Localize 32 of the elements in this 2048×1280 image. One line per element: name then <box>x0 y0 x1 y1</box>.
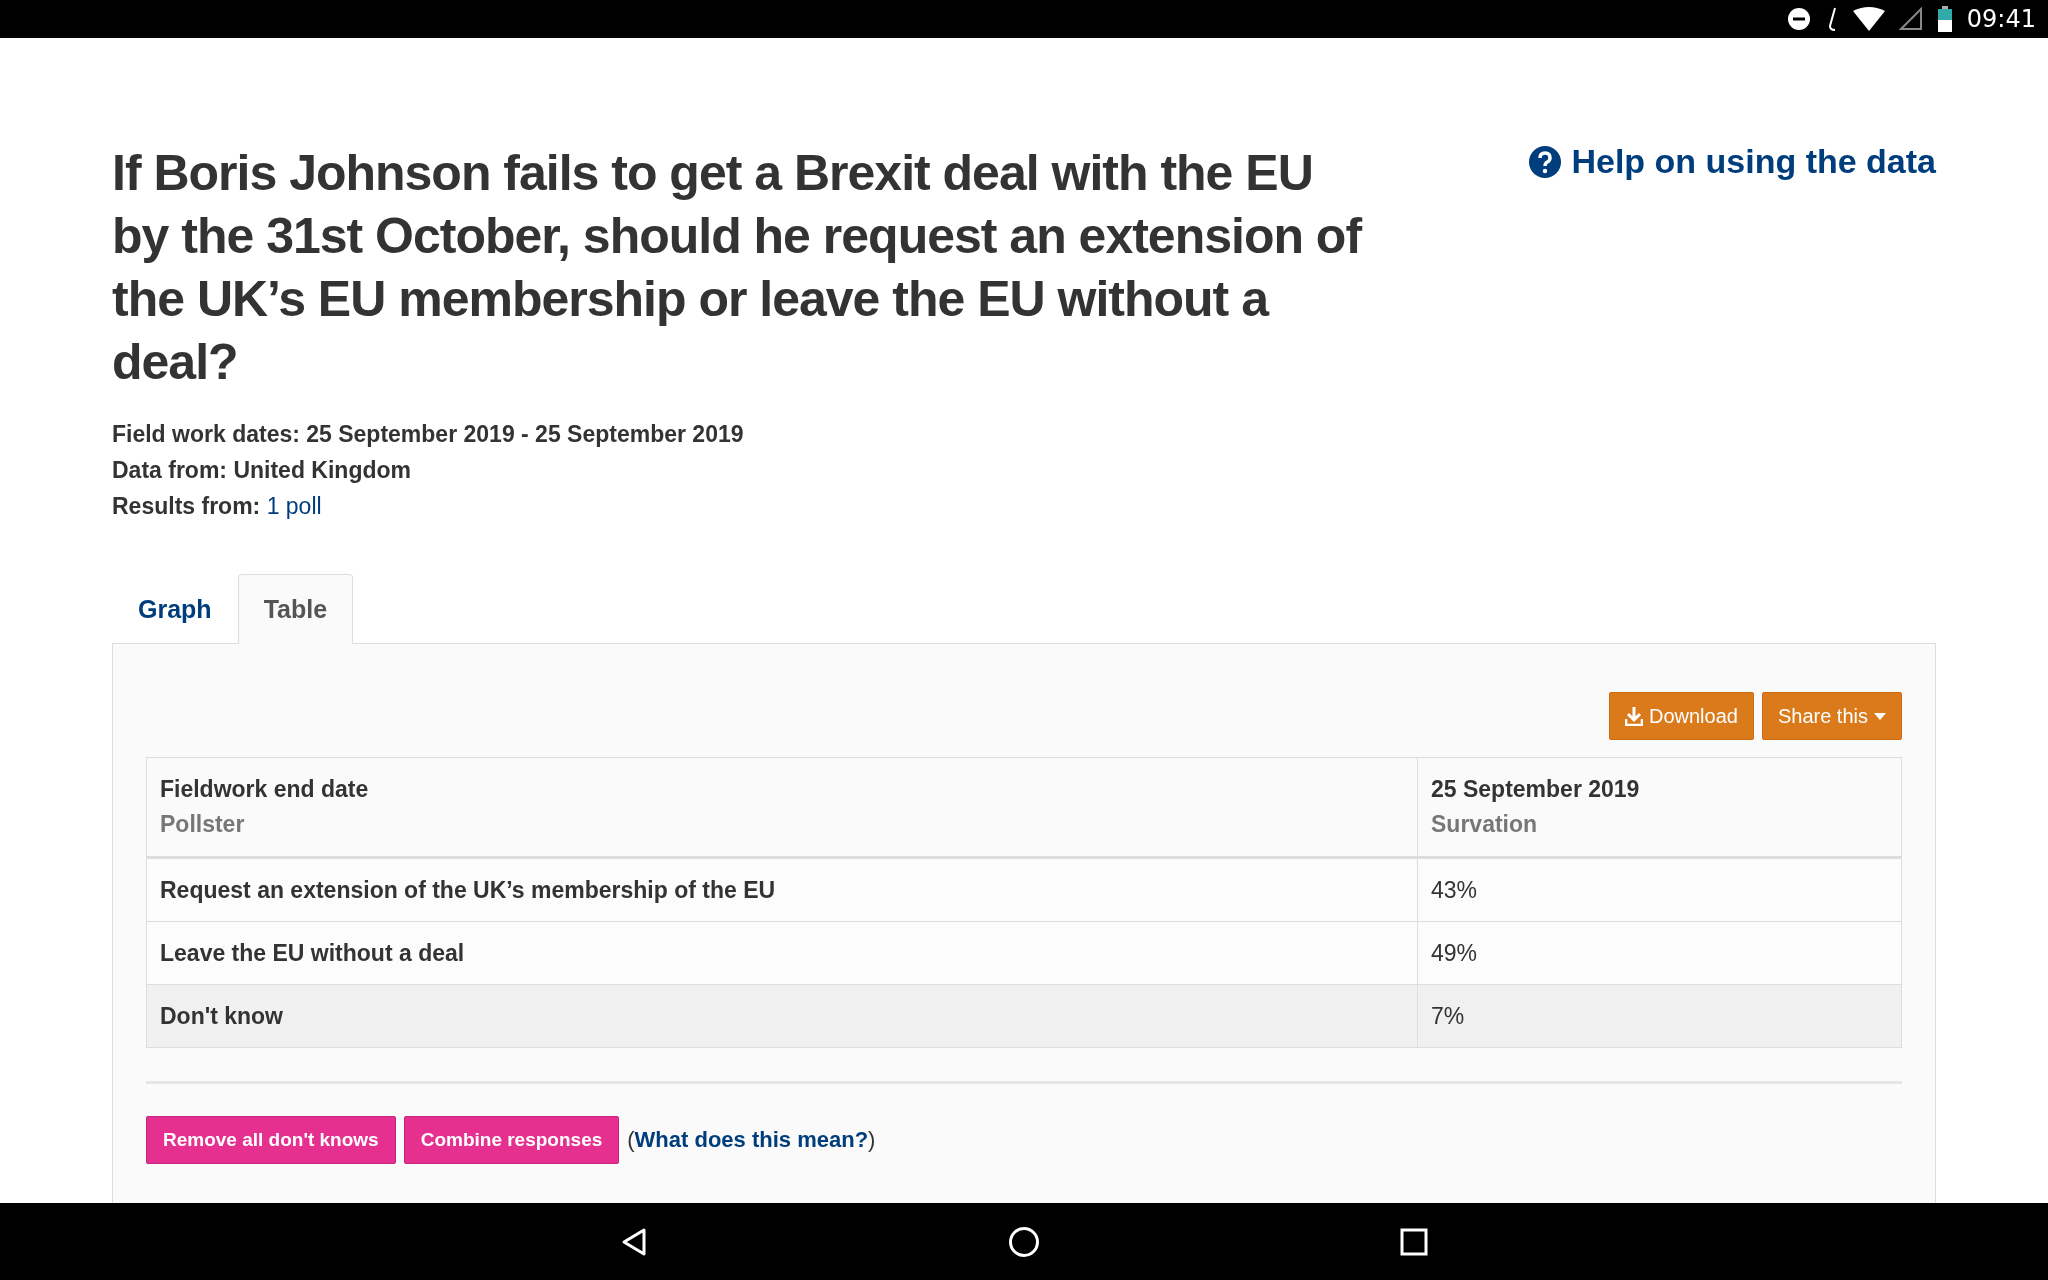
column-subheading: Pollster <box>160 811 245 838</box>
do-not-disturb-icon <box>1786 7 1811 31</box>
meta-value: 25 September 2019 - 25 September 2019 <box>306 421 744 447</box>
clock-time: 09:41 <box>1966 5 2036 33</box>
meta-label: Field work dates: <box>112 421 300 447</box>
table-cell: 7% <box>1418 985 1901 1047</box>
wifi-icon <box>1852 7 1885 31</box>
tab[interactable]: Table <box>237 574 354 644</box>
help-icon <box>1529 145 1562 178</box>
page-title: If Boris Johnson fails to get a Brexit deal with the EU by the 31st October, should he request an extension of the UK’s EU membership or leave the EU without a deal? <box>112 144 1364 392</box>
filter-button[interactable]: Combine responses <box>403 1116 620 1164</box>
meta-value: United Kingdom <box>233 457 411 483</box>
caret-icon <box>1874 712 1886 720</box>
help-link[interactable]: Help on using the data <box>1529 142 1936 181</box>
meta-label: Results from: <box>112 493 261 519</box>
paren: ) <box>868 1127 876 1153</box>
cell-signal-icon <box>1898 7 1923 31</box>
back-icon[interactable] <box>620 1226 648 1257</box>
paren: ( <box>627 1127 635 1153</box>
table-cell: Don't know <box>147 985 1418 1047</box>
column-heading: Fieldwork end date <box>160 776 369 803</box>
tab[interactable]: Graph <box>112 574 238 644</box>
recents-icon[interactable] <box>1400 1227 1428 1256</box>
filter-button[interactable]: Remove all don't knows <box>146 1116 396 1164</box>
explain-link[interactable]: What does this mean? <box>634 1127 869 1153</box>
download-icon <box>1625 706 1643 726</box>
meta-label: Data from: <box>112 457 227 483</box>
column-subheading: Survation <box>1431 811 1538 838</box>
battery-icon <box>1936 6 1953 32</box>
poll-link[interactable]: 1 poll <box>266 493 322 519</box>
home-icon[interactable] <box>1008 1225 1040 1258</box>
column-heading: 25 September 2019 <box>1431 776 1640 803</box>
